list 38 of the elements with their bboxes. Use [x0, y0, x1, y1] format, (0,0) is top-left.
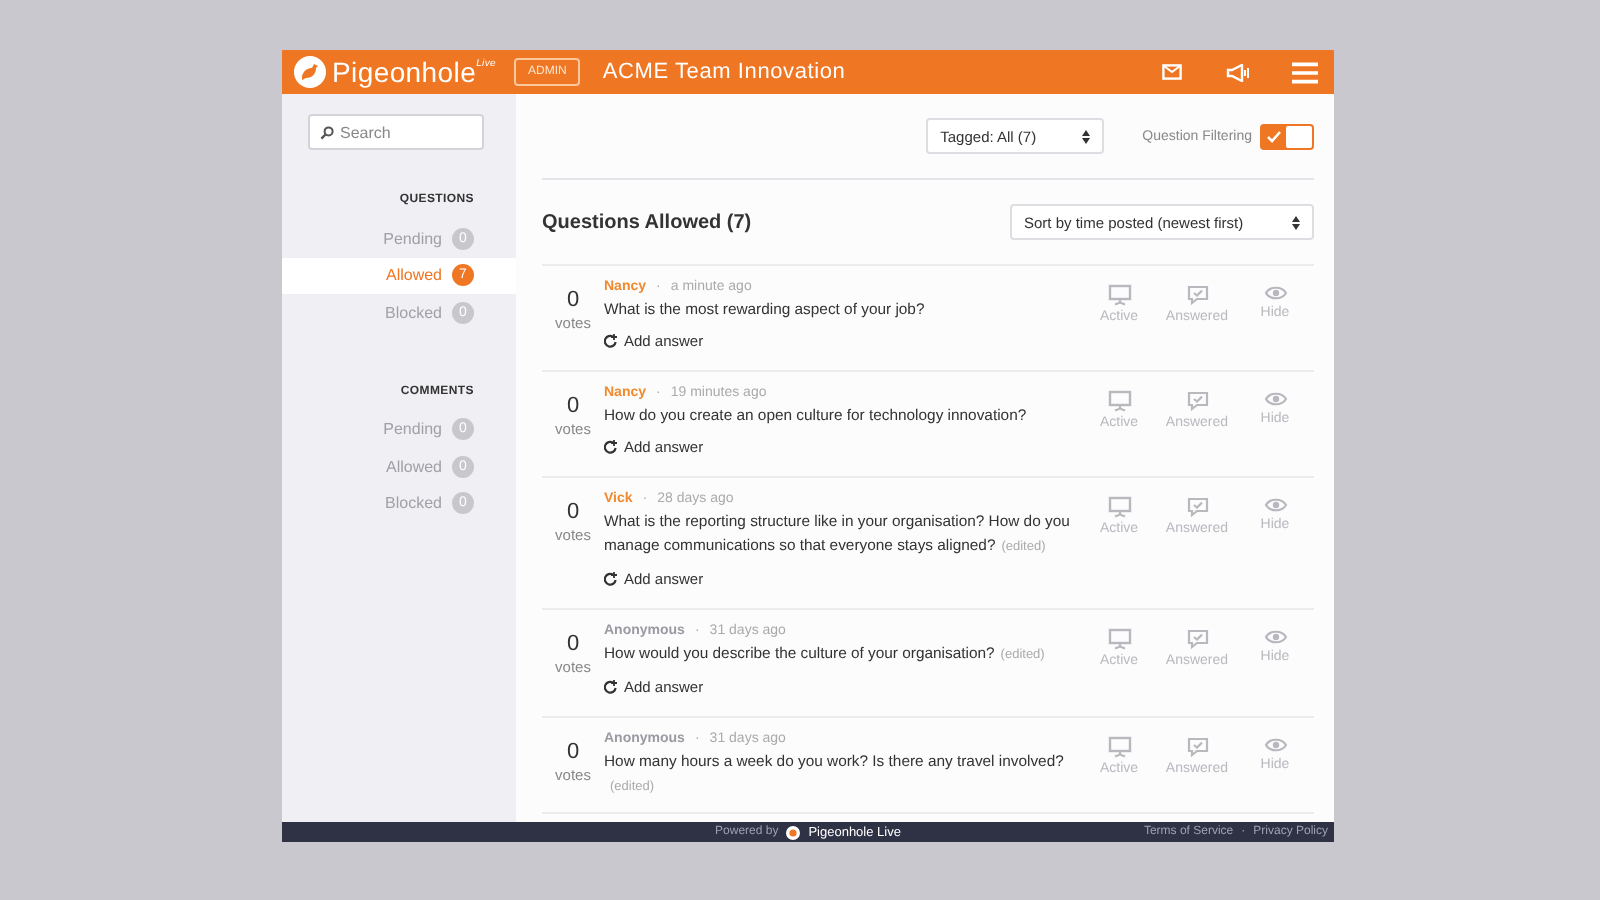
event-title: ACME Team Innovation — [602, 60, 848, 84]
monitor-icon — [1107, 496, 1131, 518]
monitor-icon — [1107, 628, 1131, 650]
chat-check-icon — [1185, 736, 1209, 758]
refresh-icon — [604, 334, 618, 348]
megaphone-icon[interactable] — [1226, 63, 1250, 81]
menu-icon[interactable] — [1292, 61, 1318, 83]
check-icon — [1266, 129, 1282, 143]
refresh-icon — [604, 572, 618, 586]
eye-icon — [1263, 628, 1287, 646]
eye-icon — [1263, 736, 1287, 754]
search-icon — [320, 126, 334, 140]
sort-caret-icon — [1082, 129, 1091, 143]
monitor-icon — [1107, 390, 1131, 412]
refresh-icon — [604, 680, 618, 694]
vote-count: 0 — [566, 500, 580, 524]
chat-check-icon — [1185, 390, 1209, 412]
pigeon-logo-icon — [294, 56, 326, 88]
vote-count: 0 — [566, 740, 580, 764]
brand-name: Pigeonhole$^{Live}$ — [332, 56, 497, 88]
vote-count: 0 — [566, 632, 580, 656]
brand-logo-icon — [786, 825, 801, 839]
chat-check-icon — [1185, 496, 1209, 518]
search-field[interactable]: Search — [308, 114, 484, 150]
monitor-icon — [1107, 284, 1131, 306]
chat-check-icon — [1185, 284, 1209, 306]
sort-caret-icon — [1292, 215, 1300, 229]
vote-count: 0 — [566, 288, 580, 312]
eye-icon — [1263, 496, 1287, 514]
refresh-icon — [604, 440, 618, 454]
mail-icon[interactable] — [1162, 64, 1182, 80]
chat-check-icon — [1185, 628, 1209, 650]
monitor-icon — [1107, 736, 1131, 758]
vote-count: 0 — [566, 394, 580, 418]
eye-icon — [1263, 284, 1287, 302]
list-heading: Questions Allowed (7) — [542, 211, 752, 233]
eye-icon — [1263, 390, 1287, 408]
filtering-toggle[interactable] — [1260, 123, 1314, 149]
